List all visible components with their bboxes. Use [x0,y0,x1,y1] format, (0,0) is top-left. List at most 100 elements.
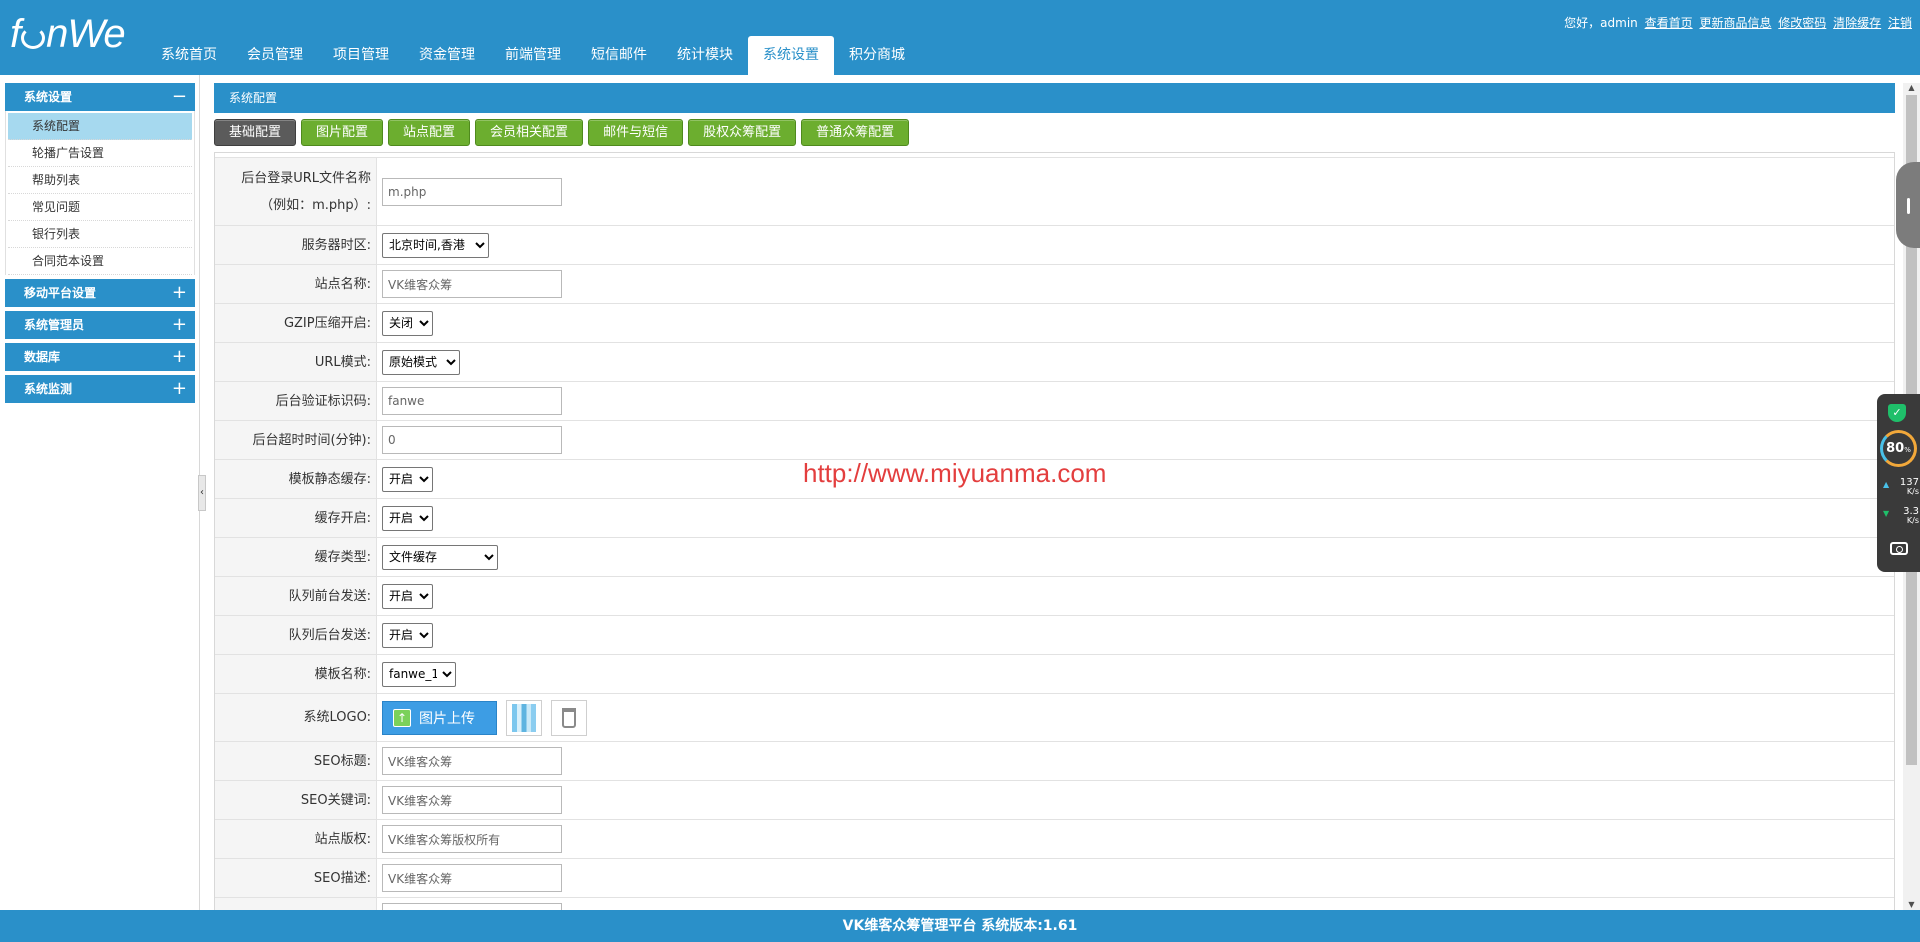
logo-mark-icon [21,27,46,49]
form-value [377,781,1894,819]
next-field-input[interactable] [382,903,562,910]
camera-icon[interactable] [1890,542,1908,555]
nav-statistics[interactable]: 统计模块 [662,36,748,75]
change-password-link[interactable]: 修改密码 [1778,16,1826,30]
tab-mail-sms[interactable]: 邮件与短信 [588,119,684,146]
form-label-line1: 后台登录URL文件名称 [241,170,371,186]
tab-general-crowdfunding[interactable]: 普通众筹配置 [801,119,910,146]
form-value [377,820,1894,858]
view-home-link[interactable]: 查看首页 [1645,16,1693,30]
scroll-up-arrow-icon[interactable]: ▲ [1903,83,1920,93]
form-label: 队列后台发送: [215,616,377,654]
nav-projects[interactable]: 项目管理 [318,36,404,75]
collapse-minus-icon[interactable]: − [172,83,187,110]
form-value: 文件缓存 [377,538,1894,576]
form-value: ↑ 图片上传 [377,694,1894,741]
form-row-cache-type: 缓存类型: 文件缓存 [215,538,1894,577]
sidebar-head-label: 移动平台设置 [24,286,97,300]
sidebar-group-system-settings: 系统设置 − 系统配置 轮播广告设置 帮助列表 常见问题 银行列表 合同范本设置 [5,83,195,275]
usage-ring: 80% [1880,430,1917,467]
sidebar-item-bank-list[interactable]: 银行列表 [8,221,192,248]
sidebar-head-label: 系统管理员 [24,318,85,332]
sidebar-head-system-admins[interactable]: 系统管理员 + [5,311,195,339]
form-row-login-url: 后台登录URL文件名称 （例如：m.php）: [215,158,1894,226]
sidebar-collapse-icon[interactable]: ‹ [198,475,206,511]
nav-system-settings[interactable]: 系统设置 [748,36,834,75]
update-products-link[interactable]: 更新商品信息 [1699,16,1771,30]
form-label: 后台验证标识码: [215,382,377,420]
logo-preview-thumbnail[interactable] [506,699,542,736]
footer: VK维客众筹管理平台 系统版本:1.61 [0,910,1920,942]
sidebar-item-contract-template[interactable]: 合同范本设置 [8,248,192,275]
clear-cache-link[interactable]: 清除缓存 [1833,16,1881,30]
image-upload-button[interactable]: ↑ 图片上传 [382,700,497,735]
cache-on-select[interactable]: 开启 [382,505,433,531]
copyright-input[interactable] [382,825,562,853]
expand-plus-icon[interactable]: + [172,311,187,338]
nav-members[interactable]: 会员管理 [232,36,318,75]
form-label: 模板名称: [215,655,377,693]
sidebar-item-help-list[interactable]: 帮助列表 [8,167,192,194]
form-value: 开启 [377,577,1894,615]
sidebar-head-database[interactable]: 数据库 + [5,343,195,371]
floating-side-tab[interactable] [1896,162,1920,248]
seo-title-input[interactable] [382,747,562,775]
form-label: 模板静态缓存: [215,460,377,498]
nav-frontend[interactable]: 前端管理 [490,36,576,75]
form-value: 北京时间,香港 [377,226,1894,264]
form-row-copyright: 站点版权: [215,820,1894,859]
auth-code-input[interactable] [382,387,562,415]
seo-desc-input[interactable] [382,864,562,892]
url-mode-select[interactable]: 原始模式 [382,349,460,375]
gzip-select[interactable]: 关闭 [382,310,433,336]
footer-version-text: VK维客众筹管理平台 系统版本:1.61 [842,918,1078,934]
nav-home[interactable]: 系统首页 [146,36,232,75]
top-header: f nWe 系统首页 会员管理 项目管理 资金管理 前端管理 短信邮件 统计模块 … [0,0,1920,75]
sidebar-item-faq[interactable]: 常见问题 [8,194,192,221]
sidebar-group-mobile: 移动平台设置 + [5,279,195,307]
expand-plus-icon[interactable]: + [172,279,187,306]
sidebar-item-system-config[interactable]: 系统配置 [8,113,192,140]
tab-equity-crowdfunding[interactable]: 股权众筹配置 [688,119,797,146]
sidebar-head-system-monitor[interactable]: 系统监测 + [5,375,195,403]
tab-image-config[interactable]: 图片配置 [301,119,384,146]
network-monitor-widget[interactable]: ✓ 80% ▲ 137 K/s ▼ 3.3 K/s [1877,394,1920,572]
seo-keywords-input[interactable] [382,786,562,814]
tab-member-config[interactable]: 会员相关配置 [475,119,584,146]
form-label: 缓存类型: [215,538,377,576]
template-select[interactable]: fanwe_1 [382,661,456,687]
timezone-select[interactable]: 北京时间,香港 [382,232,489,258]
expand-plus-icon[interactable]: + [172,343,187,370]
queue-back-select[interactable]: 开启 [382,622,433,648]
sidebar-head-mobile-platform[interactable]: 移动平台设置 + [5,279,195,307]
tpl-cache-select[interactable]: 开启 [382,466,433,492]
sidebar-head-label: 系统监测 [24,382,73,396]
login-url-input[interactable] [382,177,562,206]
tab-site-config[interactable]: 站点配置 [388,119,471,146]
logout-link[interactable]: 注销 [1888,16,1912,30]
scroll-down-arrow-icon[interactable]: ▼ [1903,900,1920,910]
shield-check-icon: ✓ [1888,404,1906,422]
delete-logo-button[interactable] [551,699,587,736]
sidebar-item-banner-ads[interactable]: 轮播广告设置 [8,140,192,167]
form-value: 开启 [377,460,1894,498]
nav-funds[interactable]: 资金管理 [404,36,490,75]
page-title-bar: 系统配置 [214,83,1895,113]
form-row-seo-desc: SEO描述: [215,859,1894,898]
cache-type-select[interactable]: 文件缓存 [382,544,498,570]
form-row-queue-back: 队列后台发送: 开启 [215,616,1894,655]
queue-front-select[interactable]: 开启 [382,583,433,609]
nav-sms-mail[interactable]: 短信邮件 [576,36,662,75]
site-name-input[interactable] [382,270,562,298]
timeout-input[interactable] [382,426,562,454]
logo-image-icon [512,703,536,732]
form-label: 后台超时时间(分钟): [215,421,377,459]
sidebar-head-system-settings[interactable]: 系统设置 − [5,83,195,111]
tab-basic-config[interactable]: 基础配置 [214,119,297,146]
fanwe-logo[interactable]: f nWe [10,14,126,54]
form-label: 服务器时区: [215,226,377,264]
expand-plus-icon[interactable]: + [172,375,187,402]
form-value [377,421,1894,459]
nav-points-mall[interactable]: 积分商城 [834,36,920,75]
form-label: 系统LOGO: [215,694,377,741]
